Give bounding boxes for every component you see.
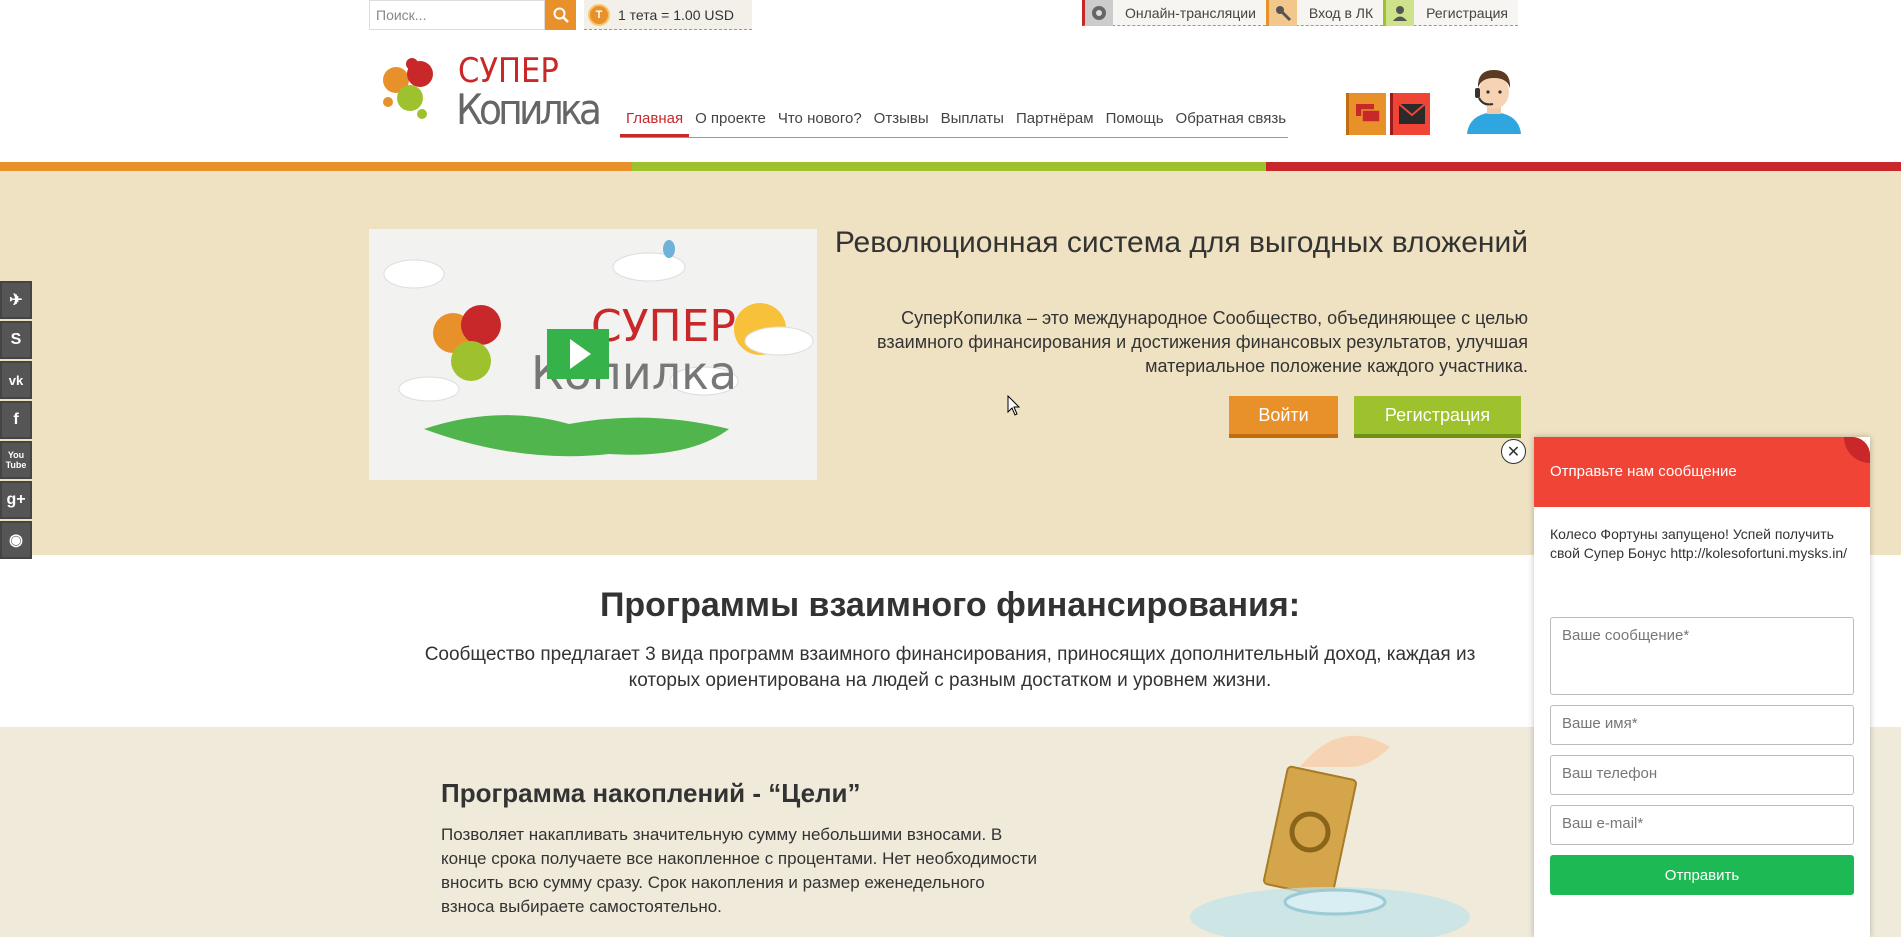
- user-icon: [1386, 0, 1415, 26]
- top-bar: Поиск... T 1 тета = 1.00 USD Онлайн-тран…: [0, 0, 1901, 32]
- mouse-cursor-icon: [1007, 395, 1021, 416]
- search-button[interactable]: [545, 0, 576, 30]
- online-broadcasts-link[interactable]: Онлайн-трансляции: [1082, 0, 1266, 26]
- video-player[interactable]: СУПЕР Копилка: [369, 229, 817, 480]
- support-avatar[interactable]: [1463, 62, 1525, 134]
- social-sidebar: ✈ S vk f You Tube g+ ◉: [0, 281, 32, 561]
- phone-field[interactable]: Ваш телефон: [1550, 755, 1854, 795]
- send-button[interactable]: Отправить: [1550, 855, 1854, 895]
- nav-about[interactable]: О проекте: [689, 104, 772, 137]
- chat-icon: [1355, 104, 1381, 123]
- mail-icon: [1397, 103, 1426, 124]
- nav-feedback[interactable]: Обратная связь: [1170, 104, 1293, 137]
- currency-rate: T 1 тета = 1.00 USD: [584, 0, 752, 30]
- broadcast-icon: [1085, 0, 1113, 26]
- search-icon: [553, 7, 569, 23]
- key-icon: [1268, 0, 1297, 26]
- main-nav: Главная О проекте Что нового? Отзывы Вып…: [620, 104, 1288, 138]
- email-field[interactable]: Ваш e-mail*: [1550, 805, 1854, 845]
- programs-title: Программы взаимного финансирования:: [599, 586, 1301, 624]
- name-field[interactable]: Ваше имя*: [1550, 705, 1854, 745]
- hero-title: Революционная система для выгодных вложе…: [834, 226, 1528, 259]
- chat-announcement: Колесо Фортуны запущено! Успей получить …: [1550, 526, 1847, 561]
- site-logo[interactable]: СУПЕР Копилка: [376, 51, 606, 134]
- register-link[interactable]: Регистрация: [1383, 0, 1518, 26]
- programs-description: Сообщество предлагает 3 вида программ вз…: [424, 644, 1476, 691]
- minimize-icon[interactable]: [1844, 437, 1870, 463]
- color-stripe: [0, 162, 1901, 171]
- top-links: Онлайн-трансляции Вход в ЛК Регистрация: [1082, 0, 1518, 26]
- nav-news[interactable]: Что нового?: [772, 104, 868, 137]
- skype-icon[interactable]: S: [0, 321, 32, 359]
- nav-payouts[interactable]: Выплаты: [935, 104, 1010, 137]
- youtube-icon[interactable]: You Tube: [0, 441, 32, 479]
- mail-button[interactable]: [1390, 93, 1430, 135]
- goal-description: Позволяет накапливать значительную сумму…: [441, 825, 1037, 916]
- video-logo-super: СУПЕР: [591, 301, 736, 352]
- vk-icon[interactable]: vk: [0, 361, 32, 399]
- login-link[interactable]: Вход в ЛК: [1265, 0, 1384, 26]
- contact-widget: Отправьте нам сообщение Колесо Фортуны з…: [1534, 437, 1870, 937]
- login-button[interactable]: Войти: [1229, 396, 1338, 438]
- close-icon[interactable]: ✕: [1501, 439, 1526, 464]
- nav-home[interactable]: Главная: [620, 104, 690, 137]
- nav-help[interactable]: Помощь: [1100, 104, 1170, 137]
- message-field[interactable]: Ваше сообщение*: [1550, 617, 1854, 695]
- rate-text: 1 тета = 1.00 USD: [618, 6, 734, 23]
- chat-header: Отправьте нам сообщение: [1534, 437, 1870, 507]
- chat-button[interactable]: [1346, 93, 1386, 135]
- googleplus-icon[interactable]: g+: [0, 481, 32, 519]
- coin-icon: T: [588, 3, 610, 26]
- hero-description: СуперКопилка – это международное Сообщес…: [877, 308, 1528, 376]
- telegram-icon[interactable]: ✈: [0, 281, 32, 319]
- nav-reviews[interactable]: Отзывы: [868, 104, 935, 137]
- goal-title: Программа накоплений - “Цели”: [441, 778, 861, 808]
- register-button[interactable]: Регистрация: [1354, 396, 1521, 438]
- search-input[interactable]: Поиск...: [369, 0, 545, 30]
- logo-text-kopilka: Копилка: [456, 85, 602, 132]
- facebook-icon[interactable]: f: [0, 401, 32, 439]
- piggy-bank-illustration: [1170, 727, 1510, 937]
- rss-icon[interactable]: ◉: [0, 521, 32, 559]
- nav-partners[interactable]: Партнёрам: [1010, 104, 1100, 137]
